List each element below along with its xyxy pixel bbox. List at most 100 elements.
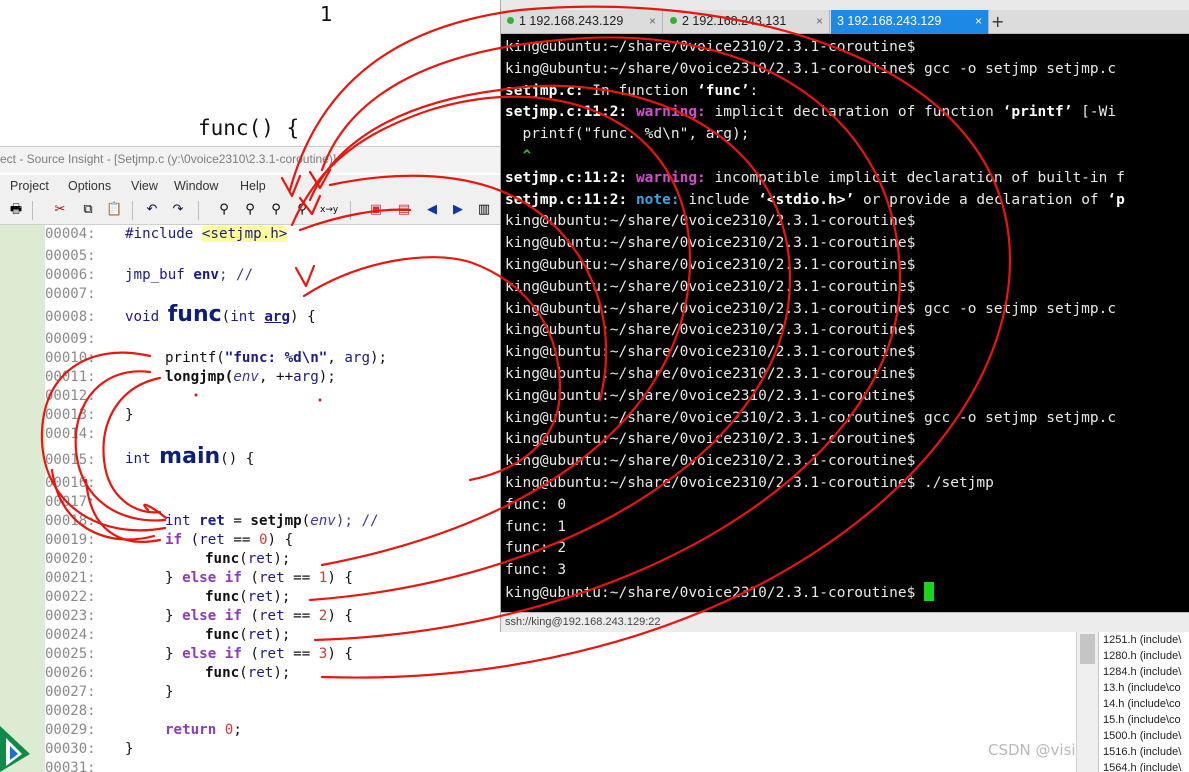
- code-editor[interactable]: 00004: 00005: 00006: 00007: 00008: 00009…: [45, 225, 520, 772]
- line-number: 00014:: [45, 426, 96, 442]
- copy-icon[interactable]: ⧉: [80, 202, 96, 218]
- list-item[interactable]: 1284.h (include\: [1103, 666, 1181, 678]
- code-line: func(ret);: [205, 665, 291, 681]
- line-number: 00012:: [45, 388, 96, 404]
- list-item[interactable]: 15.h (include\co: [1103, 714, 1181, 726]
- toolbar: 🖶 ✂ ⧉ 📋 ↶ ↷ ⚲ ⚲ ⚲ ⚲ x→y ▣ ▤ ◀ ▶ ▥: [0, 197, 520, 225]
- code-line: int ret = setjmp(env); //: [165, 513, 379, 529]
- line-number: 00005:: [45, 248, 96, 264]
- redo-icon[interactable]: ↷: [170, 202, 186, 218]
- code-line: }: [165, 684, 174, 700]
- line-number: 00020:: [45, 551, 96, 567]
- line-number: 00017:: [45, 494, 96, 510]
- line-number: 00018:: [45, 513, 96, 529]
- line-number: 00027:: [45, 684, 96, 700]
- print-icon[interactable]: 🖶: [8, 202, 24, 218]
- forward-arrow-icon[interactable]: ▶: [450, 202, 466, 218]
- list-item[interactable]: 1280.h (include\: [1103, 650, 1181, 662]
- list-item[interactable]: 13.h (include\co: [1103, 682, 1181, 694]
- tab-session-1[interactable]: 1 192.168.243.129 ×: [501, 10, 663, 34]
- list-item[interactable]: 1500.h (include\: [1103, 730, 1181, 742]
- code-line: func(ret);: [205, 551, 291, 567]
- menu-options[interactable]: Options: [68, 179, 111, 193]
- status-dot-icon: [507, 17, 514, 24]
- menu-bar: Project Options View Window Help: [0, 175, 520, 197]
- whiteboard-number: 1: [320, 2, 333, 26]
- status-dot-icon: [670, 17, 677, 24]
- line-number: 00004:: [45, 226, 96, 242]
- code-line: func(ret);: [205, 589, 291, 605]
- tab-session-3[interactable]: 3 192.168.243.129 ×: [831, 10, 989, 34]
- menu-help[interactable]: Help: [240, 179, 266, 193]
- list-item[interactable]: 1564.h (include\: [1103, 762, 1181, 772]
- code-line: longjmp(env, ++arg);: [165, 369, 336, 385]
- terminal-output[interactable]: king@ubuntu:~/share/0voice2310/2.3.1-cor…: [505, 37, 1187, 611]
- bookmark-icon[interactable]: ▣: [368, 202, 384, 218]
- line-number: 00023:: [45, 608, 96, 624]
- line-number: 00010:: [45, 350, 96, 366]
- window-title: ect - Source Insight - [Setjmp.c (y:\0vo…: [0, 147, 520, 173]
- undo-icon[interactable]: ↶: [144, 202, 160, 218]
- line-number: 00013:: [45, 407, 96, 423]
- find-icon[interactable]: ⚲: [216, 202, 232, 218]
- code-line: } else if (ret == 3) {: [165, 646, 353, 662]
- line-number: 00026:: [45, 665, 96, 681]
- session-tabs: 1 192.168.243.129 × 2 192.168.243.131 × 3 …: [501, 10, 1189, 34]
- search-files-icon[interactable]: ⚲: [294, 202, 310, 218]
- line-number: 00019:: [45, 532, 96, 548]
- program-output: func: 0: [505, 496, 567, 513]
- close-icon[interactable]: ×: [816, 14, 823, 28]
- panel-icon[interactable]: ▥: [476, 202, 492, 218]
- tab-session-2[interactable]: 2 192.168.243.131 ×: [664, 10, 830, 34]
- line-number: 00009:: [45, 331, 96, 347]
- line-number: 00015:: [45, 452, 96, 468]
- whiteboard-func-label: func() {: [198, 116, 300, 140]
- line-number: 00029:: [45, 722, 96, 738]
- terminal-cursor: [924, 581, 935, 601]
- prompt: king@ubuntu:~/share/0voice2310/2.3.1-cor…: [505, 60, 916, 77]
- menu-view[interactable]: View: [131, 179, 158, 193]
- source-insight-window: ect - Source Insight - [Setjmp.c (y:\0vo…: [0, 146, 520, 772]
- line-number: 00022:: [45, 589, 96, 605]
- line-number: 00030:: [45, 741, 96, 757]
- find-prev-icon[interactable]: ⚲: [242, 202, 258, 218]
- code-line: } else if (ret == 2) {: [165, 608, 353, 624]
- add-tab-icon[interactable]: +: [991, 12, 1004, 31]
- watermark: CSDN @visi: [988, 741, 1076, 759]
- paste-icon[interactable]: 📋: [106, 202, 122, 218]
- list-item[interactable]: 1251.h (include\: [1103, 634, 1181, 646]
- app-logo-icon: [0, 726, 30, 772]
- code-line: }: [125, 741, 134, 757]
- line-number: 00021:: [45, 570, 96, 586]
- line-number: 00028:: [45, 703, 96, 719]
- code-line: } else if (ret == 1) {: [165, 570, 353, 586]
- list-item[interactable]: 14.h (include\co: [1103, 698, 1181, 710]
- code-line: func(ret);: [205, 627, 291, 643]
- line-number: 00006:: [45, 267, 96, 283]
- menu-project[interactable]: Project: [10, 179, 49, 193]
- code-line: #include <setjmp.h>: [125, 226, 288, 242]
- terminal-window: 1 192.168.243.129 × 2 192.168.243.131 × 3 …: [500, 0, 1189, 632]
- status-bar: ssh://king@192.168.243.129:22: [501, 612, 1189, 632]
- line-number: 00031:: [45, 760, 96, 772]
- code-line: int main() {: [125, 444, 255, 469]
- prompt: king@ubuntu:~/share/0voice2310/2.3.1-cor…: [505, 39, 916, 55]
- program-output: func: 1: [505, 518, 567, 535]
- program-output: func: 3: [505, 562, 567, 579]
- list-item[interactable]: 1516.h (include\: [1103, 746, 1181, 758]
- close-icon[interactable]: ×: [975, 14, 982, 28]
- selection-gutter: [0, 225, 45, 772]
- line-number: 00007:: [45, 286, 96, 302]
- line-number: 00024:: [45, 627, 96, 643]
- cut-icon[interactable]: ✂: [52, 202, 68, 218]
- code-line: printf("func: %d\n", arg);: [165, 350, 388, 366]
- replace-icon[interactable]: x→y: [320, 202, 338, 218]
- find-next-icon[interactable]: ⚲: [268, 202, 284, 218]
- back-arrow-icon[interactable]: ◀: [424, 202, 440, 218]
- code-line: return 0;: [165, 722, 242, 738]
- close-icon[interactable]: ×: [649, 14, 656, 28]
- menu-window[interactable]: Window: [174, 179, 218, 193]
- bookmark-list-icon[interactable]: ▤: [396, 202, 412, 218]
- file-list-scrollbar[interactable]: [1076, 632, 1098, 772]
- line-number: 00011:: [45, 369, 96, 385]
